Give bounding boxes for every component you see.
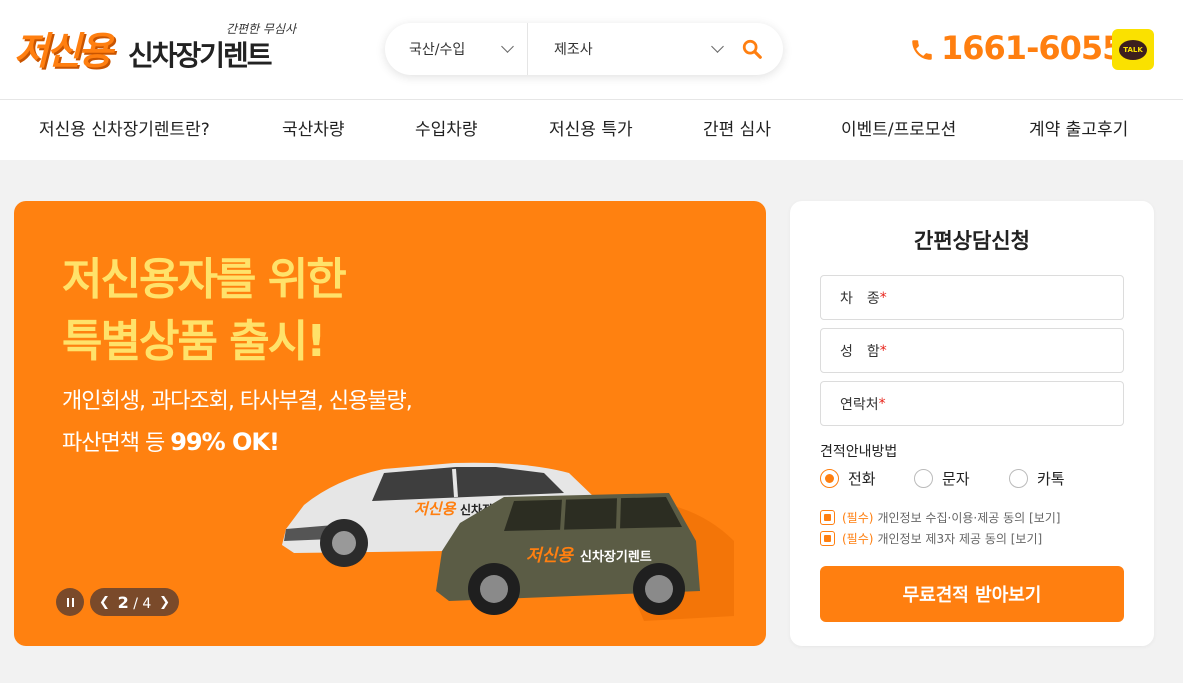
search-icon[interactable] (741, 38, 763, 60)
logo-sub-text: 신차장기렌트 (128, 39, 273, 72)
car-logo-text-olive: 저신용 (526, 546, 574, 566)
slide-pager: ❮ 2 / 4 ❯ (90, 588, 179, 616)
origin-select[interactable]: 국산/수입 (385, 23, 528, 75)
third-party-consent-text: 개인정보 제3자 제공 동의 [보기] (877, 532, 1043, 546)
banner-subtext-1: 개인회생, 과다조회, 타사부결, 신용불량, (62, 389, 413, 414)
site-header: 저신용 신차장기렌트 간편한 무심사 국산/수입 제조사 1661-6055 T… (0, 0, 1183, 100)
method-kakao-label: 카톡 (1037, 470, 1065, 488)
required-tag: (필수) (842, 511, 874, 525)
banner-subtext-2-emphasis: 99% OK! (170, 428, 280, 456)
origin-select-value: 국산/수입 (409, 42, 466, 58)
required-tag: (필수) (842, 532, 874, 546)
chevron-down-icon (711, 40, 724, 53)
radio-icon (1009, 469, 1028, 488)
required-mark: * (878, 395, 886, 412)
pause-icon-bar (66, 597, 69, 607)
name-label: 성 함 (840, 343, 880, 360)
nav-item-imported[interactable]: 수입차량 (415, 100, 478, 160)
car-logo-sub-olive: 신차장기렌트 (580, 549, 652, 565)
logo-tagline: 간편한 무심사 (226, 22, 297, 36)
slide-total: 4 (142, 595, 152, 612)
privacy-consent-checkbox[interactable]: (필수) 개인정보 수집·이용·제공 동의 [보기] (820, 509, 1060, 526)
car-logo-text-white: 저신용 (414, 500, 457, 518)
submit-quote-button[interactable]: 무료견적 받아보기 (820, 566, 1124, 622)
hero-banner[interactable]: 저신용자를 위한 특별상품 출시! 개인회생, 과다조회, 타사부결, 신용불량… (14, 201, 766, 646)
chevron-right-icon[interactable]: ❯ (159, 595, 170, 610)
privacy-consent-text: 개인정보 수집·이용·제공 동의 [보기] (877, 511, 1061, 525)
method-phone-radio[interactable]: 전화 (820, 468, 876, 489)
consult-form: 간편상담신청 차 종 * 성 함 * 연락처 * 견적안내방법 전화 문자 카톡 (필… (790, 201, 1154, 646)
kakao-talk-icon: TALK (1119, 39, 1147, 60)
nav-item-about[interactable]: 저신용 신차장기렌트란? (39, 100, 210, 160)
contact-field[interactable]: 연락처 * (820, 381, 1124, 426)
banner-headline-2: 특별상품 출시! (62, 316, 326, 367)
radio-icon (914, 469, 933, 488)
required-mark: * (879, 342, 887, 359)
third-party-consent-checkbox[interactable]: (필수) 개인정보 제3자 제공 동의 [보기] (820, 530, 1042, 547)
required-mark: * (879, 289, 887, 306)
method-kakao-radio[interactable]: 카톡 (1009, 468, 1065, 489)
kakao-talk-button[interactable]: TALK (1112, 29, 1154, 70)
banner-subtext-2: 파산면책 등 99% OK! (62, 427, 280, 459)
banner-subtext-2-prefix: 파산면책 등 (62, 431, 171, 456)
kakao-talk-label: TALK (1123, 45, 1143, 54)
chevron-left-icon[interactable]: ❮ (99, 595, 110, 610)
nav-item-special[interactable]: 저신용 특가 (549, 100, 633, 160)
slide-current: 2 (117, 592, 129, 612)
vehicle-search-bar: 국산/수입 제조사 (385, 23, 783, 75)
form-title: 간편상담신청 (914, 229, 1030, 253)
slide-pause-button[interactable] (56, 588, 84, 616)
maker-select-value: 제조사 (554, 42, 593, 58)
method-sms-label: 문자 (942, 470, 970, 488)
method-phone-label: 전화 (848, 470, 876, 488)
checkbox-icon (820, 531, 835, 546)
radio-icon (820, 469, 839, 488)
nav-item-reviews[interactable]: 계약 출고후기 (1029, 100, 1128, 160)
quote-method-group: 전화 문자 카톡 (820, 468, 1124, 492)
pause-icon-bar (71, 597, 74, 607)
nav-item-domestic[interactable]: 국산차량 (282, 100, 345, 160)
phone-number[interactable]: 1661-6055 (941, 28, 1124, 68)
contact-label: 연락처 (840, 396, 879, 413)
car-model-label: 차 종 (840, 290, 880, 307)
banner-headline-1: 저신용자를 위한 (62, 254, 347, 305)
phone-icon (912, 40, 932, 60)
car-illustration: 저신용 신차장기렌트 저신용 신차장기렌트 (282, 462, 734, 621)
slide-counter: 2 / 4 (118, 593, 152, 612)
logo-main-text: 저신용 (14, 29, 113, 73)
car-model-field[interactable]: 차 종 * (820, 275, 1124, 320)
chevron-down-icon (501, 40, 514, 53)
name-field[interactable]: 성 함 * (820, 328, 1124, 373)
method-sms-radio[interactable]: 문자 (914, 468, 970, 489)
checkbox-icon (820, 510, 835, 525)
slide-separator: / (133, 595, 138, 612)
main-nav: 저신용 신차장기렌트란? 국산차량 수입차량 저신용 특가 간편 심사 이벤트/… (0, 100, 1183, 160)
nav-item-quick-review[interactable]: 간편 심사 (703, 100, 771, 160)
quote-method-label: 견적안내방법 (820, 444, 898, 460)
nav-item-events[interactable]: 이벤트/프로모션 (841, 100, 956, 160)
